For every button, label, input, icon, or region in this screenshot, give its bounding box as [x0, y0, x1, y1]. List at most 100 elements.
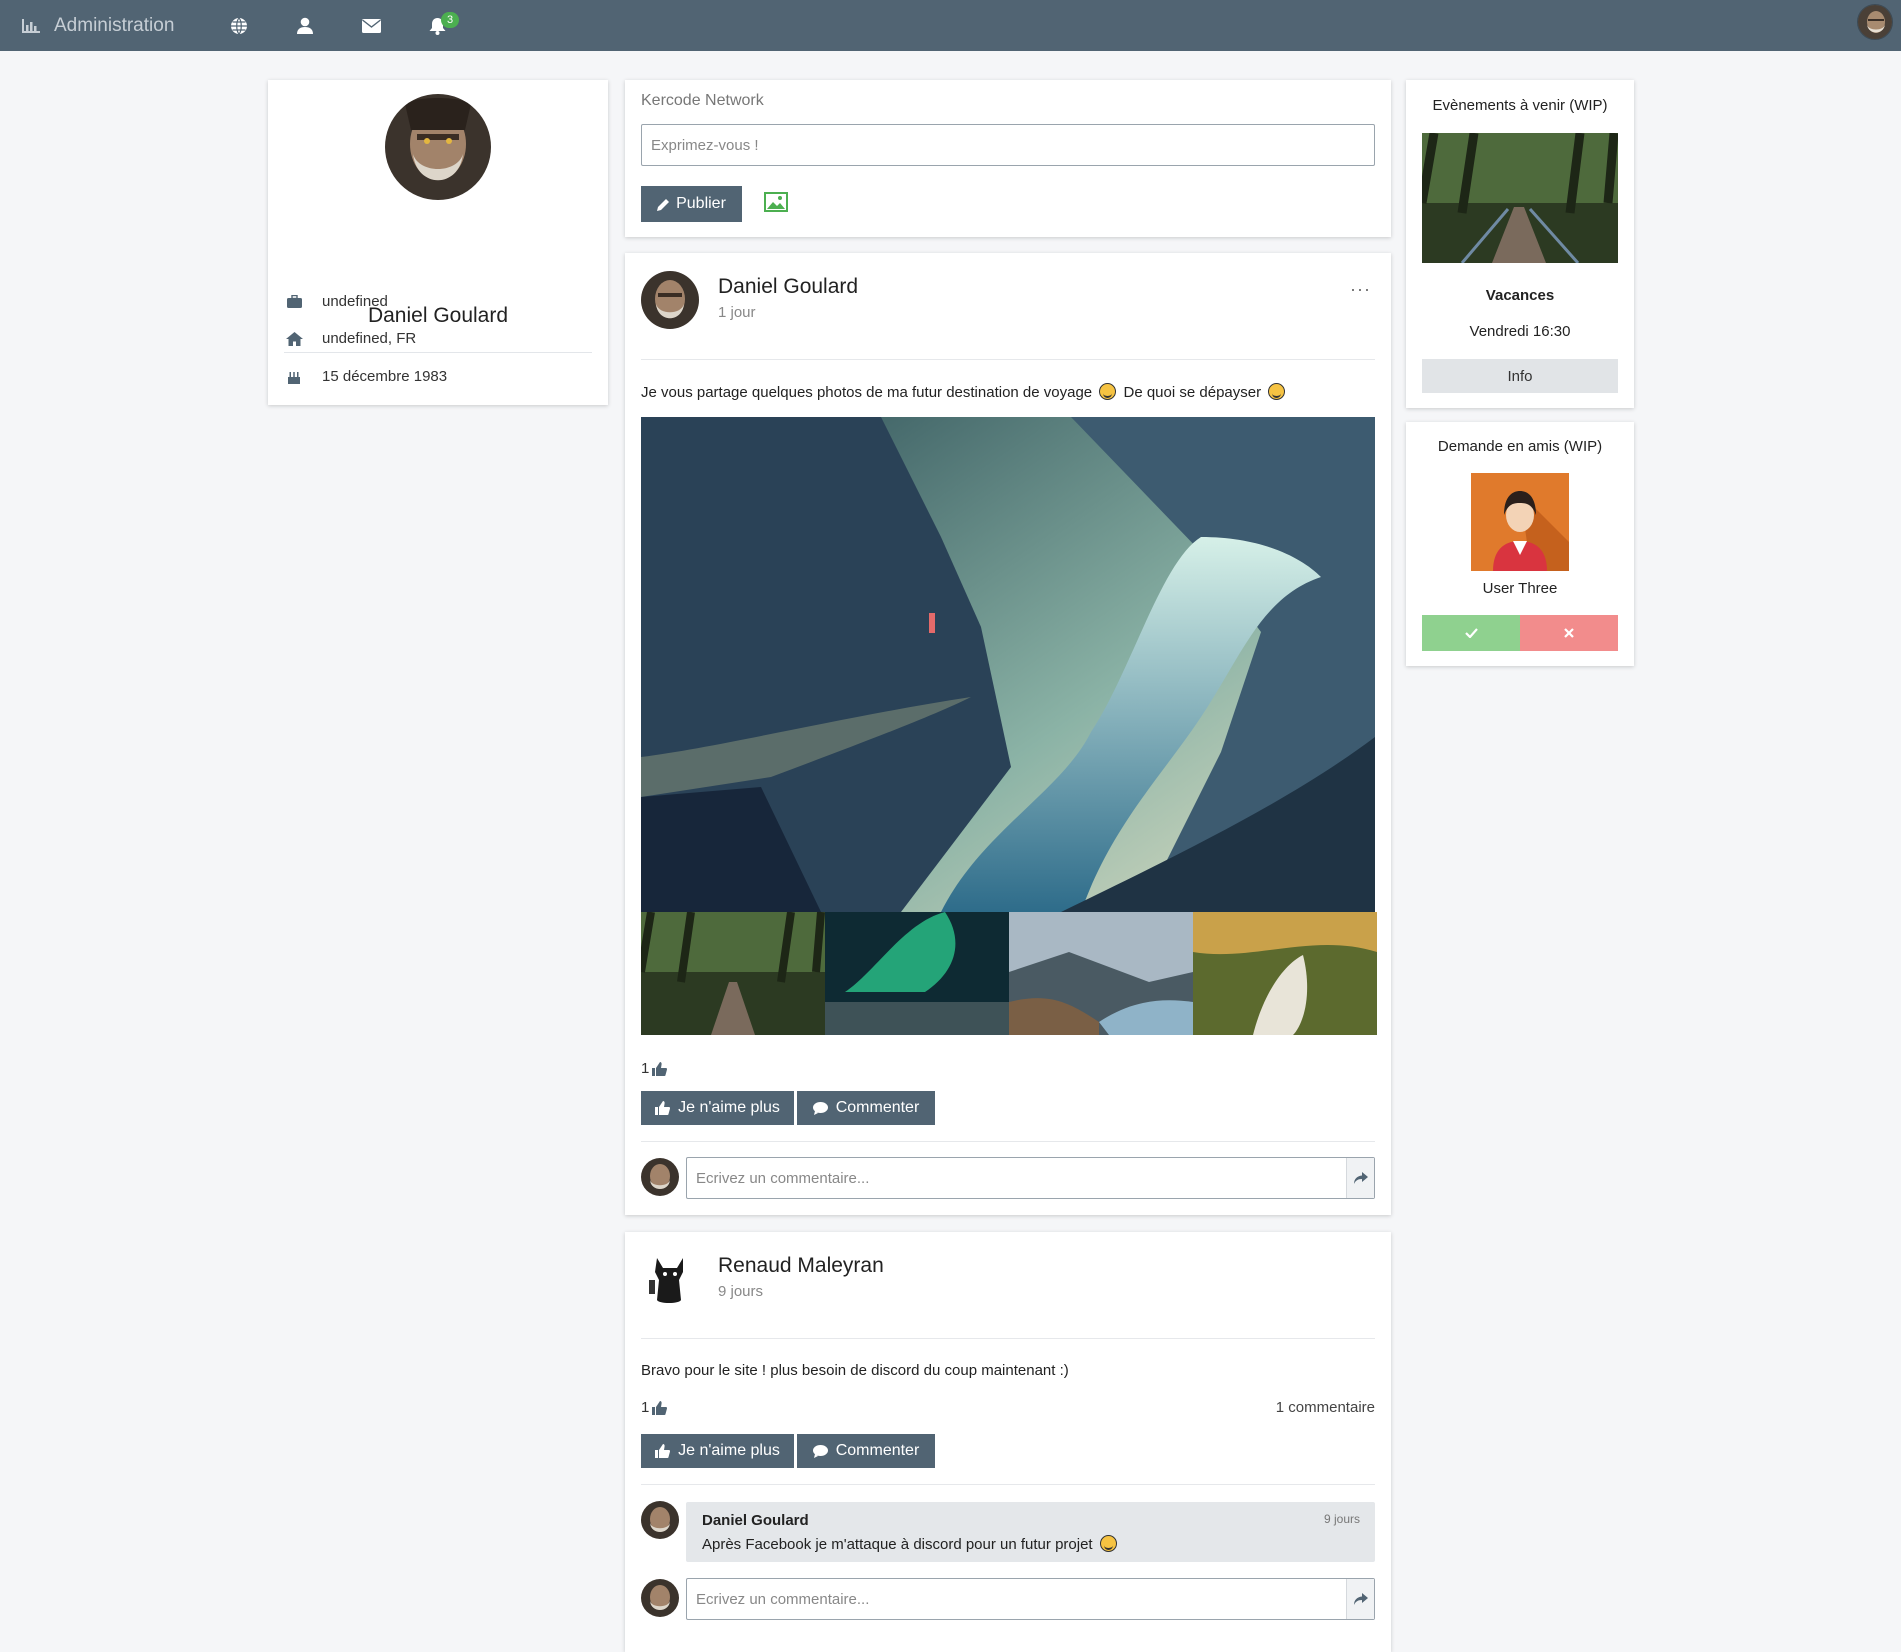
- like-count-value: 1: [641, 1399, 650, 1416]
- profile-birthday: 15 décembre 1983: [322, 368, 448, 385]
- unlike-button[interactable]: Je n'aime plus: [641, 1091, 794, 1125]
- thumbs-up-icon: [652, 1061, 668, 1076]
- profile-birthday-row: 15 décembre 1983: [284, 368, 447, 385]
- post-text-part1: Je vous partage quelques photos de ma fu…: [641, 384, 1093, 401]
- publish-label: Publier: [676, 195, 726, 212]
- check-icon: [1464, 628, 1478, 638]
- commenter-avatar: [641, 1579, 679, 1617]
- post-card: Renaud Maleyran 9 jours Bravo pour le si…: [625, 1232, 1391, 1652]
- post-divider: [641, 1141, 1375, 1142]
- comment-label: Commenter: [835, 1442, 920, 1459]
- admin-link[interactable]: Administration: [0, 0, 206, 51]
- comment-box: [686, 1578, 1375, 1620]
- profile-divider: [284, 352, 592, 353]
- thumbs-up-icon: [652, 1400, 668, 1415]
- user-icon: [297, 17, 313, 34]
- post-author-avatar[interactable]: [641, 271, 699, 329]
- admin-label: Administration: [54, 14, 175, 36]
- post-author[interactable]: Renaud Maleyran: [718, 1254, 884, 1278]
- thumbs-up-icon: [655, 1101, 671, 1115]
- post-card: Daniel Goulard 1 jour ··· Je vous partag…: [625, 253, 1391, 1215]
- nav-user-avatar[interactable]: [1857, 4, 1893, 40]
- nav-notifications[interactable]: 3: [404, 0, 470, 51]
- events-card: Evènements à venir (WIP) Vacances Vendre…: [1406, 80, 1634, 408]
- top-navbar: Administration 3: [0, 0, 1901, 51]
- post-composer: Kercode Network Publier: [625, 80, 1391, 237]
- unlike-button[interactable]: Je n'aime plus: [641, 1434, 794, 1468]
- smile-emoji-icon: [1099, 383, 1117, 400]
- more-options-icon[interactable]: ···: [1350, 279, 1371, 300]
- nav-messages[interactable]: [338, 0, 404, 51]
- commenter-avatar: [641, 1158, 679, 1196]
- nav-globe[interactable]: [206, 0, 272, 51]
- globe-icon: [231, 17, 247, 34]
- thumbs-up-icon: [655, 1444, 671, 1458]
- birthday-cake-icon: [288, 371, 300, 384]
- post-author[interactable]: Daniel Goulard: [718, 275, 858, 299]
- friend-request-avatar[interactable]: [1471, 473, 1569, 571]
- event-date: Vendredi 16:30: [1469, 323, 1571, 340]
- friend-requests-card: Demande en amis (WIP) User Three: [1406, 422, 1634, 666]
- event-image[interactable]: [1422, 133, 1618, 263]
- close-icon: [1564, 628, 1574, 638]
- post-text: Je vous partage quelques photos de ma fu…: [641, 383, 1288, 401]
- send-comment-button[interactable]: [1346, 1158, 1374, 1198]
- comment-icon: [812, 1444, 828, 1458]
- home-icon: [285, 331, 303, 346]
- send-comment-button[interactable]: [1346, 1579, 1374, 1619]
- post-divider: [641, 1484, 1375, 1485]
- like-count: 1: [641, 1060, 668, 1077]
- bar-chart-icon: [22, 18, 40, 33]
- post-text: Bravo pour le site ! plus besoin de disc…: [641, 1362, 1069, 1379]
- comment-count[interactable]: 1 commentaire: [1276, 1399, 1375, 1416]
- tongue-emoji-icon: [1099, 1535, 1117, 1552]
- event-info-button[interactable]: Info: [1422, 359, 1618, 393]
- post-author-avatar[interactable]: [641, 1250, 699, 1308]
- notification-badge: 3: [441, 12, 460, 28]
- profile-location: undefined, FR: [322, 330, 417, 347]
- profile-location-row: undefined, FR: [284, 330, 416, 347]
- add-image-button[interactable]: [764, 192, 788, 216]
- share-arrow-icon: [1353, 1593, 1368, 1605]
- post-time: 9 jours: [718, 1283, 764, 1300]
- comment-label: Commenter: [835, 1099, 920, 1116]
- profile-job-row: undefined: [284, 293, 388, 310]
- briefcase-icon: [286, 295, 302, 308]
- post-divider: [641, 359, 1375, 360]
- post-thumbnail[interactable]: [825, 912, 1009, 1035]
- publish-button[interactable]: Publier: [641, 186, 742, 222]
- comment-icon: [812, 1101, 828, 1115]
- post-main-photo[interactable]: [641, 417, 1375, 912]
- post-thumbnail[interactable]: [1009, 912, 1193, 1035]
- accept-friend-button[interactable]: [1422, 615, 1520, 651]
- post-time: 1 jour: [718, 304, 756, 321]
- friend-requests-title: Demande en amis (WIP): [1437, 438, 1603, 455]
- reject-friend-button[interactable]: [1520, 615, 1618, 651]
- envelope-icon: [361, 18, 381, 33]
- post-thumbnail[interactable]: [641, 912, 825, 1035]
- comment-button[interactable]: Commenter: [797, 1091, 935, 1125]
- comment-button[interactable]: Commenter: [797, 1434, 935, 1468]
- comment-box: [686, 1157, 1375, 1199]
- event-name: Vacances: [1485, 287, 1555, 304]
- wink-emoji-icon: [1268, 383, 1286, 400]
- comment-author[interactable]: Daniel Goulard: [702, 1512, 809, 1529]
- unlike-label: Je n'aime plus: [678, 1099, 780, 1116]
- like-count: 1: [641, 1399, 668, 1416]
- comment-input[interactable]: [687, 1158, 1346, 1198]
- events-title: Evènements à venir (WIP): [1432, 97, 1608, 114]
- nav-profile[interactable]: [272, 0, 338, 51]
- profile-card: Daniel Goulard undefined undefined, FR 1…: [268, 80, 608, 405]
- composer-title: Kercode Network: [641, 92, 764, 109]
- unlike-label: Je n'aime plus: [678, 1442, 780, 1459]
- share-arrow-icon: [1353, 1172, 1368, 1184]
- comment-author-avatar[interactable]: [641, 1501, 679, 1539]
- profile-avatar[interactable]: [385, 94, 491, 200]
- comment-input[interactable]: [687, 1579, 1346, 1619]
- comment-time: 9 jours: [1323, 1512, 1360, 1526]
- post-thumbnail[interactable]: [1193, 912, 1377, 1035]
- comment-text: Après Facebook je m'attaque à discord po…: [702, 1535, 1120, 1553]
- friend-request-name[interactable]: User Three: [1406, 580, 1634, 597]
- composer-input[interactable]: [641, 124, 1375, 166]
- comment-text-body: Après Facebook je m'attaque à discord po…: [702, 1536, 1093, 1553]
